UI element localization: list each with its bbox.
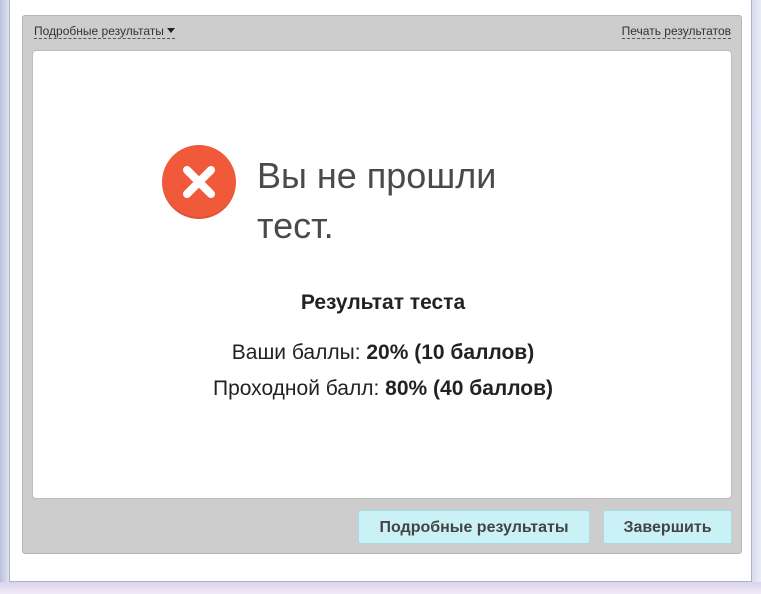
your-score-line: Ваши баллы: 20% (10 баллов) — [33, 341, 733, 365]
result-headline: Вы не прошли тест. — [257, 155, 497, 246]
passing-score-label: Проходной балл: — [212, 377, 380, 400]
print-results-link[interactable]: Печать результатов — [621, 24, 731, 39]
finish-button[interactable]: Завершить — [603, 510, 732, 544]
window-frame: Подробные результаты Печать результатов … — [0, 0, 761, 594]
your-score-value: 20% (10 баллов) — [366, 341, 535, 364]
result-title: Результат теста — [300, 291, 466, 314]
your-score-label: Ваши баллы: — [231, 341, 361, 364]
window-bottom-edge — [0, 582, 761, 594]
app-client-area: Подробные результаты Печать результатов … — [9, 0, 752, 582]
detailed-results-button[interactable]: Подробные результаты — [358, 510, 590, 544]
close-circle-icon — [162, 145, 236, 219]
passing-score-line: Проходной балл: 80% (40 баллов) — [33, 377, 733, 401]
passing-score-value: 80% (40 баллов) — [385, 377, 554, 400]
caret-down-icon — [166, 28, 175, 33]
window-right-edge — [752, 0, 761, 594]
details-dropdown[interactable]: Подробные результаты — [34, 24, 175, 39]
details-dropdown-label: Подробные результаты — [34, 24, 164, 38]
result-content: Вы не прошли тест. Результат теста Ваши … — [32, 50, 732, 499]
window-left-edge — [0, 0, 9, 594]
results-panel: Подробные результаты Печать результатов … — [22, 15, 742, 554]
